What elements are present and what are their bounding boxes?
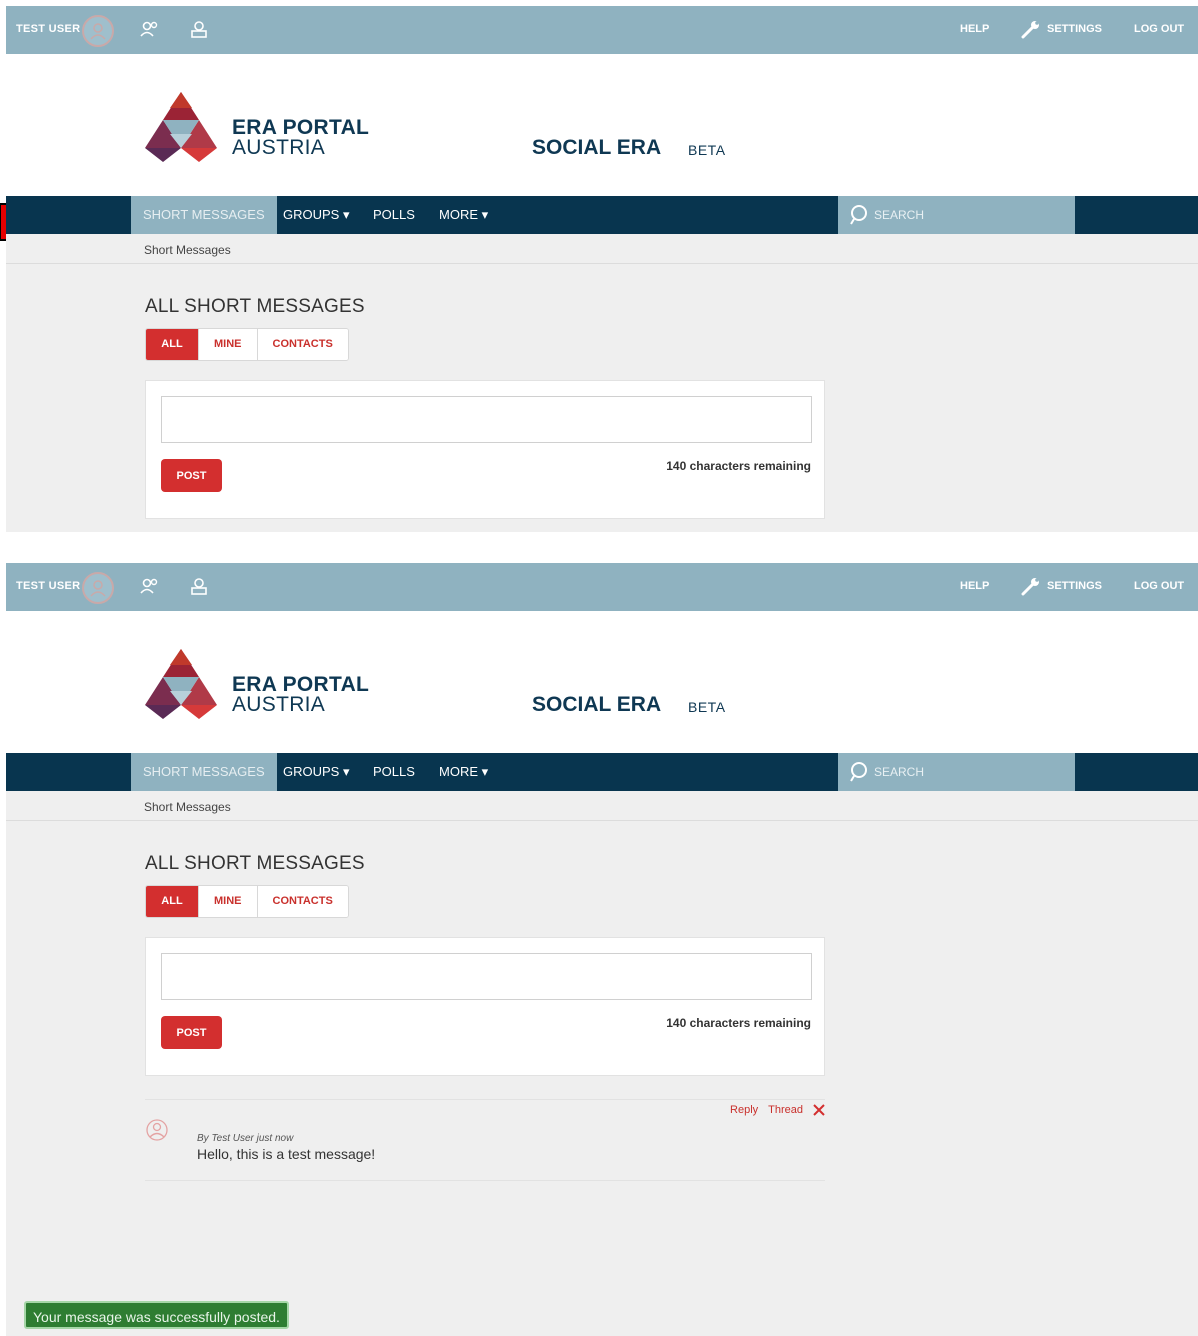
reply-link[interactable]: Reply (730, 1104, 758, 1116)
wrench-icon (1021, 21, 1039, 39)
help-link[interactable]: HELP (960, 23, 989, 35)
nav-groups[interactable]: GROUPS ▾ (283, 196, 349, 234)
search-input[interactable] (874, 761, 1064, 783)
char-counter: 140 characters remaining (666, 459, 811, 473)
filter-all-button[interactable]: ALL (146, 329, 199, 360)
search-input[interactable] (874, 204, 1064, 226)
filter-contacts-button[interactable]: CONTACTS (257, 886, 348, 917)
message-meta: By Test User just now (197, 1133, 294, 1144)
filter-group: ALL MINE CONTACTS (145, 885, 349, 918)
filter-all-button[interactable]: ALL (146, 886, 199, 917)
page-header: ERA PORTAL AUSTRIA SOCIAL ERA BETA (6, 54, 1198, 196)
logout-link[interactable]: LOG OUT (1134, 23, 1184, 35)
beta-badge: BETA (688, 142, 726, 158)
breadcrumb-bar: Short Messages (6, 234, 1198, 264)
user-name[interactable]: TEST USER (16, 23, 80, 35)
screenshot-after: TEST USER HELP SETTINGS LOG OUT ERA PORT… (6, 563, 1198, 1336)
filter-group: ALL MINE CONTACTS (145, 328, 349, 361)
message-input[interactable] (161, 953, 812, 1000)
era-portal-logo-icon[interactable] (140, 90, 222, 162)
nav-groups[interactable]: GROUPS ▾ (283, 753, 349, 791)
page-title: ALL SHORT MESSAGES (145, 296, 365, 317)
post-button[interactable]: POST (161, 1016, 222, 1049)
filter-mine-button[interactable]: MINE (199, 329, 258, 360)
breadcrumb: Short Messages (144, 243, 231, 257)
help-link[interactable]: HELP (960, 580, 989, 592)
main-nav: SHORT MESSAGES GROUPS ▾ POLLS MORE ▾ (6, 753, 1198, 791)
char-counter: 140 characters remaining (666, 1016, 811, 1030)
beta-badge: BETA (688, 699, 726, 715)
messages-icon[interactable] (190, 19, 208, 39)
main-nav: SHORT MESSAGES GROUPS ▾ POLLS MORE ▾ (6, 196, 1198, 234)
user-name[interactable]: TEST USER (16, 580, 80, 592)
search-box (838, 196, 1075, 234)
nav-short-messages[interactable]: SHORT MESSAGES (131, 196, 277, 234)
nav-more[interactable]: MORE ▾ (439, 753, 488, 791)
compose-card: POST 140 characters remaining (145, 380, 825, 519)
breadcrumb: Short Messages (144, 800, 231, 814)
author-avatar-icon (146, 1119, 168, 1141)
close-x-icon[interactable] (813, 1104, 825, 1116)
contacts-icon[interactable] (140, 577, 160, 595)
top-bar: TEST USER HELP SETTINGS LOG OUT (6, 563, 1198, 611)
user-avatar-icon[interactable] (82, 15, 114, 47)
search-icon (850, 762, 867, 782)
compose-card: POST 140 characters remaining (145, 937, 825, 1076)
nav-more[interactable]: MORE ▾ (439, 196, 488, 234)
nav-polls[interactable]: POLLS (373, 196, 415, 234)
search-icon (850, 205, 867, 225)
breadcrumb-bar: Short Messages (6, 791, 1198, 821)
message-text: Hello, this is a test message! (197, 1146, 376, 1162)
wrench-icon (1021, 578, 1039, 596)
settings-link[interactable]: SETTINGS (1047, 23, 1102, 35)
nav-polls[interactable]: POLLS (373, 753, 415, 791)
app-title: SOCIAL ERA (532, 136, 662, 159)
post-button[interactable]: POST (161, 459, 222, 492)
app-title: SOCIAL ERA (532, 693, 662, 716)
message-input[interactable] (161, 396, 812, 443)
messages-icon[interactable] (190, 576, 208, 596)
screenshot-before: TEST USER HELP SETTINGS LOG OUT ERA PORT… (6, 6, 1198, 532)
filter-mine-button[interactable]: MINE (199, 886, 258, 917)
success-toast: Your message was successfully posted. (24, 1301, 289, 1329)
nav-short-messages[interactable]: SHORT MESSAGES (131, 753, 277, 791)
user-avatar-icon[interactable] (82, 572, 114, 604)
brand-subname: AUSTRIA (232, 693, 326, 716)
search-box (838, 753, 1075, 791)
era-portal-logo-icon[interactable] (140, 647, 222, 719)
page-title: ALL SHORT MESSAGES (145, 853, 365, 874)
message-item: Reply Thread By Test User just now Hello… (145, 1099, 825, 1181)
filter-contacts-button[interactable]: CONTACTS (257, 329, 348, 360)
top-bar: TEST USER HELP SETTINGS LOG OUT (6, 6, 1198, 54)
page-header: ERA PORTAL AUSTRIA SOCIAL ERA BETA (6, 611, 1198, 753)
contacts-icon[interactable] (140, 20, 160, 38)
logout-link[interactable]: LOG OUT (1134, 580, 1184, 592)
message-actions: Reply Thread (730, 1104, 825, 1116)
settings-link[interactable]: SETTINGS (1047, 580, 1102, 592)
thread-link[interactable]: Thread (768, 1104, 803, 1116)
brand-subname: AUSTRIA (232, 136, 326, 159)
